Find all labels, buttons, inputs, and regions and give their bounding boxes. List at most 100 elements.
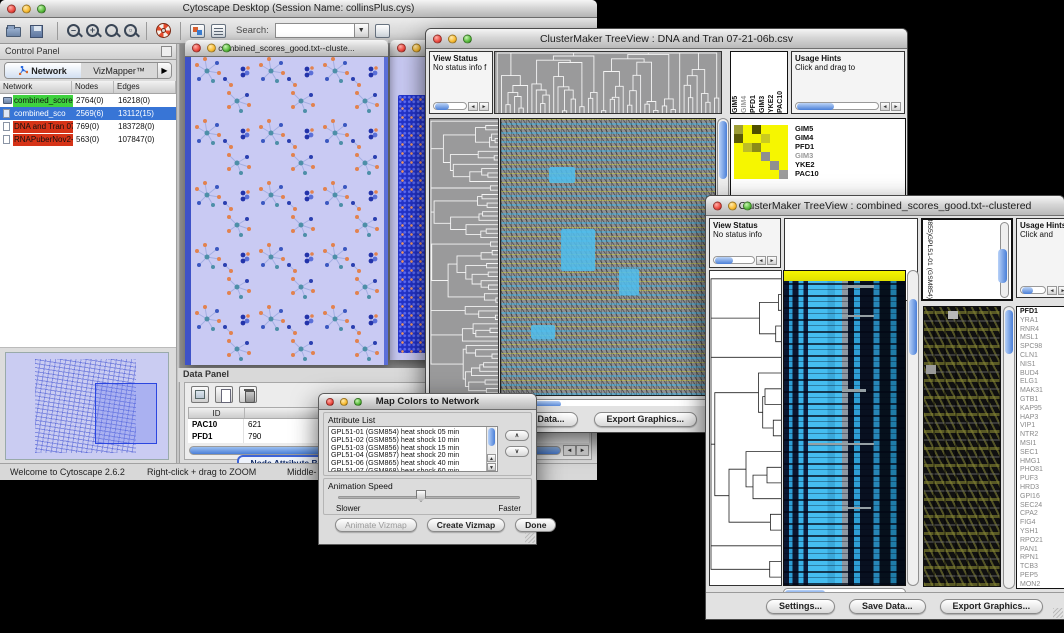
- gene-label[interactable]: FIG4: [1020, 519, 1064, 528]
- minimize-button[interactable]: [22, 4, 31, 13]
- main-heatmap[interactable]: [500, 118, 716, 396]
- tabs-overflow-arrow[interactable]: ▶: [157, 63, 171, 78]
- new-attribute-icon-button[interactable]: [215, 386, 233, 403]
- gene-label[interactable]: NTR2: [1020, 431, 1064, 440]
- attribute-table-icon-button[interactable]: [191, 386, 209, 403]
- matrix-cell[interactable]: [752, 170, 761, 179]
- minimize-button[interactable]: [448, 34, 457, 43]
- matrix-row-label[interactable]: PAC10: [795, 169, 819, 178]
- attribute-list-vscrollbar[interactable]: ▲ ▼: [486, 427, 496, 471]
- zoom-button[interactable]: [37, 4, 46, 13]
- gene-label[interactable]: PUF3: [1020, 475, 1064, 484]
- column-labels-vscrollbar[interactable]: [1000, 222, 1009, 298]
- array-column-label[interactable]: GPL51-01 (GSM854): [924, 235, 933, 299]
- matrix-cell[interactable]: [779, 152, 788, 161]
- array-column-label[interactable]: GPL51-02 (GSM855): [924, 218, 933, 235]
- minimize-button[interactable]: [728, 201, 737, 210]
- tab-vizmapper[interactable]: VizMapper™: [81, 63, 157, 78]
- matrix-cell[interactable]: [761, 170, 770, 179]
- matrix-cell[interactable]: [734, 143, 743, 152]
- close-button[interactable]: [7, 4, 16, 13]
- gene-label[interactable]: MSL1: [1020, 334, 1064, 343]
- matrix-cell[interactable]: [743, 161, 752, 170]
- gene-label[interactable]: PAN1: [1020, 546, 1064, 555]
- matrix-cell[interactable]: [761, 134, 770, 143]
- zoom-button[interactable]: [743, 201, 752, 210]
- matrix-cell[interactable]: [779, 125, 788, 134]
- overview-viewport-rect[interactable]: [95, 383, 157, 444]
- gene-label[interactable]: NIS1: [1020, 361, 1064, 370]
- matrix-column-label[interactable]: GIM5: [732, 52, 741, 113]
- minimize-button[interactable]: [207, 44, 216, 53]
- matrix-column-label[interactable]: GIM4: [741, 52, 750, 113]
- main-heatmap[interactable]: [783, 270, 906, 586]
- gene-label[interactable]: ELG1: [1020, 378, 1064, 387]
- gene-label[interactable]: GPI16: [1020, 493, 1064, 502]
- treeview1-action-button[interactable]: Export Graphics...: [594, 412, 698, 427]
- open-file-button[interactable]: [6, 23, 24, 39]
- matrix-cell[interactable]: [761, 152, 770, 161]
- matrix-row-label[interactable]: YKE2: [795, 160, 819, 169]
- matrix-cell[interactable]: [743, 170, 752, 179]
- gene-label[interactable]: GTB1: [1020, 396, 1064, 405]
- gene-label[interactable]: CPA2: [1020, 510, 1064, 519]
- usage-hints-scrollbar[interactable]: ◄►: [795, 101, 901, 111]
- matrix-cell[interactable]: [752, 152, 761, 161]
- move-up-button[interactable]: ∧: [505, 430, 529, 441]
- matrix-cell[interactable]: [770, 161, 779, 170]
- gene-label[interactable]: HAP3: [1020, 414, 1064, 423]
- scroll-up-arrow[interactable]: ▲: [487, 454, 496, 462]
- gene-label[interactable]: KAP95: [1020, 405, 1064, 414]
- network-row[interactable]: DNA and Tran 07 769(0) 183728(0): [0, 120, 176, 133]
- create-vizmap-button[interactable]: Create Vizmap: [427, 518, 505, 532]
- gene-label[interactable]: PHO81: [1020, 466, 1064, 475]
- close-button[interactable]: [397, 44, 406, 53]
- matrix-cell[interactable]: [761, 161, 770, 170]
- network-canvas-1[interactable]: [185, 57, 388, 365]
- matrix-cell[interactable]: [743, 152, 752, 161]
- matrix-column-label[interactable]: YKE2: [768, 52, 777, 113]
- matrix-cell[interactable]: [779, 143, 788, 152]
- attribute-browser-icon-button[interactable]: [375, 24, 390, 38]
- minimize-button[interactable]: [340, 398, 348, 406]
- gene-label[interactable]: PFD1: [1020, 308, 1064, 317]
- dialog-titlebar[interactable]: Map Colors to Network: [319, 394, 536, 410]
- attribute-item[interactable]: GPL51-07 (GSM868) heat shock 60 min: [331, 467, 497, 472]
- gene-label[interactable]: MAK31: [1020, 387, 1064, 396]
- gene-label[interactable]: HMG1: [1020, 458, 1064, 467]
- matrix-cell[interactable]: [752, 161, 761, 170]
- gene-label[interactable]: YRA1: [1020, 317, 1064, 326]
- matrix-cell[interactable]: [743, 143, 752, 152]
- search-dropdown-button[interactable]: ▼: [355, 23, 369, 38]
- similarity-matrix[interactable]: [734, 125, 788, 179]
- slider-thumb[interactable]: [416, 490, 426, 502]
- matrix-cell[interactable]: [770, 125, 779, 134]
- gene-label[interactable]: YSH1: [1020, 528, 1064, 537]
- matrix-cell[interactable]: [770, 170, 779, 179]
- scroll-right-arrow[interactable]: ►: [576, 445, 589, 456]
- matrix-cell[interactable]: [779, 170, 788, 179]
- move-down-button[interactable]: ∨: [505, 446, 529, 457]
- gene-label[interactable]: RPO21: [1020, 537, 1064, 546]
- matrix-row-label[interactable]: PFD1: [795, 142, 819, 151]
- treeview2-action-button[interactable]: Save Data...: [849, 599, 926, 614]
- gene-label[interactable]: MON2: [1020, 581, 1064, 589]
- zoom-fit-button[interactable]: [105, 24, 118, 37]
- close-button[interactable]: [713, 201, 722, 210]
- gene-list-vscrollbar[interactable]: [1003, 306, 1015, 589]
- gene-label[interactable]: SEC1: [1020, 449, 1064, 458]
- close-button[interactable]: [326, 398, 334, 406]
- gene-label[interactable]: PEP5: [1020, 572, 1064, 581]
- annotation-icon-button[interactable]: [211, 24, 226, 38]
- matrix-cell[interactable]: [779, 161, 788, 170]
- network-window-1-titlebar[interactable]: combined_scores_good.txt--cluste...: [185, 40, 388, 57]
- help-lifering-button[interactable]: [156, 23, 171, 38]
- matrix-cell[interactable]: [761, 125, 770, 134]
- matrix-column-label[interactable]: PAC10: [777, 52, 786, 113]
- zoom-out-button[interactable]: –: [67, 24, 80, 37]
- resize-grip[interactable]: [1053, 608, 1063, 618]
- matrix-cell[interactable]: [770, 143, 779, 152]
- matrix-cell[interactable]: [734, 170, 743, 179]
- network-row[interactable]: combined_scores 2764(0) 16218(0): [0, 94, 176, 107]
- matrix-column-label[interactable]: PFD1: [750, 52, 759, 113]
